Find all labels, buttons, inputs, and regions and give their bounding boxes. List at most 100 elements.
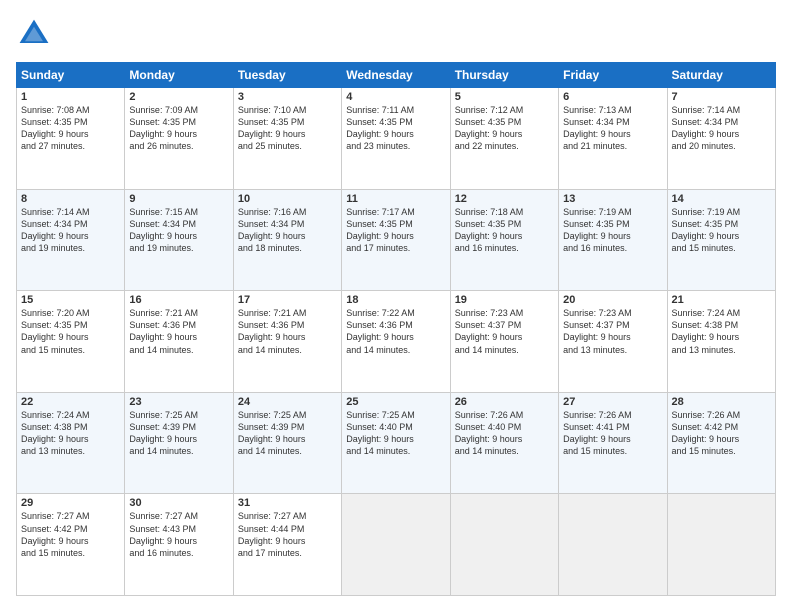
calendar-cell: 12Sunrise: 7:18 AM Sunset: 4:35 PM Dayli… [450, 189, 558, 291]
day-info: Sunrise: 7:14 AM Sunset: 4:34 PM Dayligh… [21, 206, 120, 255]
day-number: 1 [21, 91, 120, 103]
day-info: Sunrise: 7:24 AM Sunset: 4:38 PM Dayligh… [672, 307, 771, 356]
day-info: Sunrise: 7:12 AM Sunset: 4:35 PM Dayligh… [455, 104, 554, 153]
day-number: 7 [672, 91, 771, 103]
weekday-header: Friday [559, 63, 667, 88]
day-info: Sunrise: 7:26 AM Sunset: 4:42 PM Dayligh… [672, 409, 771, 458]
day-number: 2 [129, 91, 228, 103]
day-number: 16 [129, 294, 228, 306]
day-number: 3 [238, 91, 337, 103]
weekday-header: Sunday [17, 63, 125, 88]
day-info: Sunrise: 7:25 AM Sunset: 4:39 PM Dayligh… [238, 409, 337, 458]
calendar-cell: 16Sunrise: 7:21 AM Sunset: 4:36 PM Dayli… [125, 291, 233, 393]
calendar-cell [559, 494, 667, 596]
day-number: 19 [455, 294, 554, 306]
calendar-cell: 15Sunrise: 7:20 AM Sunset: 4:35 PM Dayli… [17, 291, 125, 393]
logo-icon [16, 16, 52, 52]
calendar-cell: 10Sunrise: 7:16 AM Sunset: 4:34 PM Dayli… [233, 189, 341, 291]
day-number: 9 [129, 193, 228, 205]
day-info: Sunrise: 7:27 AM Sunset: 4:43 PM Dayligh… [129, 510, 228, 559]
calendar-cell: 7Sunrise: 7:14 AM Sunset: 4:34 PM Daylig… [667, 88, 775, 190]
day-number: 20 [563, 294, 662, 306]
day-info: Sunrise: 7:08 AM Sunset: 4:35 PM Dayligh… [21, 104, 120, 153]
day-info: Sunrise: 7:14 AM Sunset: 4:34 PM Dayligh… [672, 104, 771, 153]
calendar-cell: 24Sunrise: 7:25 AM Sunset: 4:39 PM Dayli… [233, 392, 341, 494]
calendar-cell: 17Sunrise: 7:21 AM Sunset: 4:36 PM Dayli… [233, 291, 341, 393]
day-info: Sunrise: 7:09 AM Sunset: 4:35 PM Dayligh… [129, 104, 228, 153]
calendar-cell: 25Sunrise: 7:25 AM Sunset: 4:40 PM Dayli… [342, 392, 450, 494]
header [16, 16, 776, 52]
calendar-cell: 19Sunrise: 7:23 AM Sunset: 4:37 PM Dayli… [450, 291, 558, 393]
day-number: 5 [455, 91, 554, 103]
day-number: 11 [346, 193, 445, 205]
day-info: Sunrise: 7:24 AM Sunset: 4:38 PM Dayligh… [21, 409, 120, 458]
calendar-cell: 30Sunrise: 7:27 AM Sunset: 4:43 PM Dayli… [125, 494, 233, 596]
day-info: Sunrise: 7:25 AM Sunset: 4:39 PM Dayligh… [129, 409, 228, 458]
day-number: 21 [672, 294, 771, 306]
calendar-cell: 4Sunrise: 7:11 AM Sunset: 4:35 PM Daylig… [342, 88, 450, 190]
calendar-cell: 28Sunrise: 7:26 AM Sunset: 4:42 PM Dayli… [667, 392, 775, 494]
day-number: 22 [21, 396, 120, 408]
calendar-cell: 23Sunrise: 7:25 AM Sunset: 4:39 PM Dayli… [125, 392, 233, 494]
calendar-week-row: 22Sunrise: 7:24 AM Sunset: 4:38 PM Dayli… [17, 392, 776, 494]
calendar-cell: 13Sunrise: 7:19 AM Sunset: 4:35 PM Dayli… [559, 189, 667, 291]
calendar-cell: 21Sunrise: 7:24 AM Sunset: 4:38 PM Dayli… [667, 291, 775, 393]
day-info: Sunrise: 7:13 AM Sunset: 4:34 PM Dayligh… [563, 104, 662, 153]
day-number: 25 [346, 396, 445, 408]
calendar-cell: 26Sunrise: 7:26 AM Sunset: 4:40 PM Dayli… [450, 392, 558, 494]
day-number: 24 [238, 396, 337, 408]
day-info: Sunrise: 7:18 AM Sunset: 4:35 PM Dayligh… [455, 206, 554, 255]
weekday-header: Thursday [450, 63, 558, 88]
calendar-cell: 31Sunrise: 7:27 AM Sunset: 4:44 PM Dayli… [233, 494, 341, 596]
day-number: 6 [563, 91, 662, 103]
day-info: Sunrise: 7:25 AM Sunset: 4:40 PM Dayligh… [346, 409, 445, 458]
day-info: Sunrise: 7:27 AM Sunset: 4:44 PM Dayligh… [238, 510, 337, 559]
day-info: Sunrise: 7:15 AM Sunset: 4:34 PM Dayligh… [129, 206, 228, 255]
day-info: Sunrise: 7:27 AM Sunset: 4:42 PM Dayligh… [21, 510, 120, 559]
day-number: 8 [21, 193, 120, 205]
calendar-week-row: 15Sunrise: 7:20 AM Sunset: 4:35 PM Dayli… [17, 291, 776, 393]
calendar-cell: 5Sunrise: 7:12 AM Sunset: 4:35 PM Daylig… [450, 88, 558, 190]
day-info: Sunrise: 7:22 AM Sunset: 4:36 PM Dayligh… [346, 307, 445, 356]
day-number: 28 [672, 396, 771, 408]
calendar-cell [450, 494, 558, 596]
logo [16, 16, 56, 52]
day-info: Sunrise: 7:17 AM Sunset: 4:35 PM Dayligh… [346, 206, 445, 255]
day-number: 27 [563, 396, 662, 408]
day-info: Sunrise: 7:26 AM Sunset: 4:41 PM Dayligh… [563, 409, 662, 458]
day-info: Sunrise: 7:26 AM Sunset: 4:40 PM Dayligh… [455, 409, 554, 458]
day-info: Sunrise: 7:21 AM Sunset: 4:36 PM Dayligh… [238, 307, 337, 356]
day-info: Sunrise: 7:11 AM Sunset: 4:35 PM Dayligh… [346, 104, 445, 153]
day-info: Sunrise: 7:23 AM Sunset: 4:37 PM Dayligh… [563, 307, 662, 356]
calendar-cell: 18Sunrise: 7:22 AM Sunset: 4:36 PM Dayli… [342, 291, 450, 393]
day-number: 30 [129, 497, 228, 509]
weekday-header: Tuesday [233, 63, 341, 88]
day-info: Sunrise: 7:20 AM Sunset: 4:35 PM Dayligh… [21, 307, 120, 356]
day-number: 18 [346, 294, 445, 306]
calendar-cell: 6Sunrise: 7:13 AM Sunset: 4:34 PM Daylig… [559, 88, 667, 190]
day-info: Sunrise: 7:19 AM Sunset: 4:35 PM Dayligh… [563, 206, 662, 255]
calendar-cell: 3Sunrise: 7:10 AM Sunset: 4:35 PM Daylig… [233, 88, 341, 190]
calendar-cell: 29Sunrise: 7:27 AM Sunset: 4:42 PM Dayli… [17, 494, 125, 596]
calendar-week-row: 1Sunrise: 7:08 AM Sunset: 4:35 PM Daylig… [17, 88, 776, 190]
day-info: Sunrise: 7:23 AM Sunset: 4:37 PM Dayligh… [455, 307, 554, 356]
day-info: Sunrise: 7:10 AM Sunset: 4:35 PM Dayligh… [238, 104, 337, 153]
day-number: 15 [21, 294, 120, 306]
calendar-cell [342, 494, 450, 596]
day-number: 23 [129, 396, 228, 408]
calendar-cell: 22Sunrise: 7:24 AM Sunset: 4:38 PM Dayli… [17, 392, 125, 494]
calendar-cell: 20Sunrise: 7:23 AM Sunset: 4:37 PM Dayli… [559, 291, 667, 393]
page: SundayMondayTuesdayWednesdayThursdayFrid… [0, 0, 792, 612]
calendar-header-row: SundayMondayTuesdayWednesdayThursdayFrid… [17, 63, 776, 88]
day-number: 4 [346, 91, 445, 103]
day-info: Sunrise: 7:21 AM Sunset: 4:36 PM Dayligh… [129, 307, 228, 356]
day-number: 31 [238, 497, 337, 509]
day-number: 26 [455, 396, 554, 408]
day-number: 10 [238, 193, 337, 205]
calendar-cell: 1Sunrise: 7:08 AM Sunset: 4:35 PM Daylig… [17, 88, 125, 190]
day-info: Sunrise: 7:16 AM Sunset: 4:34 PM Dayligh… [238, 206, 337, 255]
calendar-cell [667, 494, 775, 596]
calendar-cell: 8Sunrise: 7:14 AM Sunset: 4:34 PM Daylig… [17, 189, 125, 291]
calendar-table: SundayMondayTuesdayWednesdayThursdayFrid… [16, 62, 776, 596]
calendar-cell: 27Sunrise: 7:26 AM Sunset: 4:41 PM Dayli… [559, 392, 667, 494]
